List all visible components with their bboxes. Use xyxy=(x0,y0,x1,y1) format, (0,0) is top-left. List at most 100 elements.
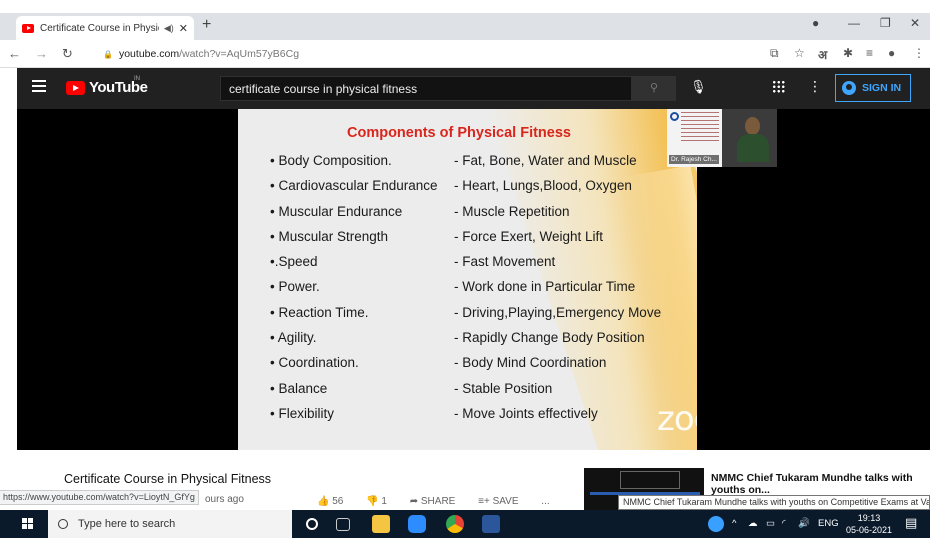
component-name: • Coordination. xyxy=(270,355,359,371)
chrome-menu-icon[interactable]: ⋮ xyxy=(913,46,925,60)
up-next-title[interactable]: NMMC Chief Tukaram Mundhe talks with you… xyxy=(711,472,930,496)
language-indicator[interactable]: ENG xyxy=(818,518,839,529)
presenter-head xyxy=(745,117,760,135)
battery-icon[interactable]: ▭ xyxy=(766,518,775,529)
college-logo-icon xyxy=(670,112,679,121)
search-icon xyxy=(58,519,68,529)
component-description: - Fat, Bone, Water and Muscle xyxy=(454,153,637,168)
screen: Certificate Course in Physica ◀) ✕ + ● —… xyxy=(0,0,930,538)
windows-taskbar: Type here to search ^ ☁ ▭ ◜ 🔊 ENG 19:13 … xyxy=(0,510,930,538)
url-host: youtube.com xyxy=(118,48,180,60)
country-code: IN xyxy=(134,76,140,82)
minimize-icon[interactable]: — xyxy=(848,16,860,30)
install-app-icon[interactable]: ⧉ xyxy=(770,46,779,61)
help-icon[interactable] xyxy=(708,516,724,532)
microphone-icon[interactable]: 🎙 xyxy=(690,79,707,95)
more-actions-button[interactable]: ... xyxy=(541,496,549,507)
reading-list-icon[interactable]: ≡ xyxy=(866,46,873,60)
like-count: 56 xyxy=(332,496,344,507)
user-avatar-icon xyxy=(842,81,856,95)
windows-start-icon[interactable] xyxy=(22,518,34,530)
thumbnail-screen xyxy=(620,471,680,489)
search-button[interactable]: ⚲ xyxy=(632,76,676,101)
back-icon[interactable]: ← xyxy=(8,46,21,61)
component-description: - Heart, Lungs,Blood, Oxygen xyxy=(454,178,632,194)
component-name: • Power. xyxy=(270,279,320,295)
component-name: • Reaction Time. xyxy=(270,304,369,320)
component-description: - Force Exert, Weight Lift xyxy=(454,228,604,244)
reload-icon[interactable]: ↻ xyxy=(62,46,73,62)
chrome-app-icon[interactable] xyxy=(446,515,464,533)
volume-icon[interactable]: 🔊 xyxy=(798,518,810,529)
zoom-watermark: zoom xyxy=(657,399,697,439)
apps-grid-icon[interactable] xyxy=(772,80,785,93)
component-name: • Body Composition. xyxy=(270,153,392,168)
component-name: • Muscular Strength xyxy=(270,228,389,244)
new-tab-button[interactable]: + xyxy=(202,16,211,34)
component-name: •.Speed xyxy=(270,254,318,270)
presenter-figure xyxy=(737,117,769,162)
browser-tab[interactable]: Certificate Course in Physica ◀) ✕ xyxy=(16,16,194,40)
component-name: • Flexibility xyxy=(270,405,334,421)
address-bar[interactable]: 🔒 youtube.com/watch?v=AqUm57yB6Cg xyxy=(103,48,299,60)
lock-icon: 🔒 xyxy=(103,50,113,59)
close-window-icon[interactable]: ✕ xyxy=(910,16,920,30)
forward-icon[interactable]: → xyxy=(35,46,48,61)
component-name: • Muscular Endurance xyxy=(270,203,403,219)
share-button[interactable]: ➦ SHARE xyxy=(410,496,466,507)
show-hidden-icons-icon[interactable]: ^ xyxy=(732,518,736,529)
cloud-icon[interactable]: ☁ xyxy=(748,518,758,529)
presentation-slide: Components of Physical Fitness • Body Co… xyxy=(238,109,697,450)
extensions-icon[interactable]: ✱ xyxy=(843,46,853,60)
presenter-name: Dr. Rajesh Ch... xyxy=(669,155,719,164)
component-description: - Work done in Particular Time xyxy=(454,279,636,295)
settings-menu-icon[interactable]: ⋮ xyxy=(808,78,822,95)
taskbar-search-input[interactable]: Type here to search xyxy=(48,510,292,538)
notification-icon[interactable]: ▤ xyxy=(905,515,917,531)
component-description: - Move Joints effectively xyxy=(454,405,598,421)
component-name: • Balance xyxy=(270,380,328,396)
video-actions: 👍 56 👎 1 ➦ SHARE ≡+ SAVE ... xyxy=(317,496,560,507)
task-view-icon[interactable] xyxy=(336,518,350,531)
youtube-favicon-icon xyxy=(22,23,34,33)
search-input[interactable]: certificate course in physical fitness xyxy=(220,76,632,101)
youtube-logo-icon[interactable] xyxy=(66,81,85,95)
component-description: - Rapidly Change Body Position xyxy=(454,330,645,346)
component-name: • Agility. xyxy=(270,330,317,346)
account-icon[interactable]: ● xyxy=(888,46,895,60)
word-app-icon[interactable] xyxy=(482,515,500,533)
taskbar-clock[interactable]: 19:13 05-06-2021 xyxy=(846,512,892,536)
presenter-webcam: Dr. Rajesh Ch... xyxy=(667,109,777,167)
file-explorer-icon[interactable] xyxy=(372,515,390,533)
clock-time: 19:13 xyxy=(857,513,881,523)
profile-icon[interactable]: ● xyxy=(812,16,819,30)
hamburger-menu-icon[interactable] xyxy=(32,80,46,82)
cortana-icon[interactable] xyxy=(306,518,318,530)
zoom-app-icon[interactable] xyxy=(408,515,426,533)
bookmark-star-icon[interactable]: ☆ xyxy=(794,46,805,60)
video-title: Certificate Course in Physical Fitness xyxy=(64,472,272,486)
sign-in-button[interactable]: SIGN IN xyxy=(835,74,911,102)
translate-icon[interactable]: अ xyxy=(818,46,827,63)
sign-in-label: SIGN IN xyxy=(862,82,902,94)
slide-title: Components of Physical Fitness xyxy=(347,125,571,141)
component-description: - Body Mind Coordination xyxy=(454,355,607,371)
search-icon: ⚲ xyxy=(649,82,659,94)
clock-date: 05-06-2021 xyxy=(846,525,893,535)
restore-icon[interactable]: ❐ xyxy=(880,16,891,30)
close-tab-icon[interactable]: ✕ xyxy=(179,22,188,35)
dislike-button[interactable]: 👎 1 xyxy=(366,496,397,507)
component-name: • Cardiovascular Endurance xyxy=(270,178,438,194)
upload-age: ours ago xyxy=(205,494,244,505)
save-button[interactable]: ≡+ SAVE xyxy=(478,496,528,507)
wifi-icon[interactable]: ◜ xyxy=(782,518,786,529)
title-tooltip: NMMC Chief Tukaram Mundhe talks with you… xyxy=(618,495,930,510)
component-description: - Muscle Repetition xyxy=(454,203,570,219)
like-button[interactable]: 👍 56 xyxy=(317,496,353,507)
component-description: - Stable Position xyxy=(454,380,553,396)
component-description: - Fast Movement xyxy=(454,254,556,270)
banner-text xyxy=(681,112,719,142)
youtube-masthead: YouTube IN certificate course in physica… xyxy=(17,68,930,109)
video-player[interactable]: Components of Physical Fitness • Body Co… xyxy=(17,109,930,450)
speaker-icon[interactable]: ◀) xyxy=(164,23,174,34)
